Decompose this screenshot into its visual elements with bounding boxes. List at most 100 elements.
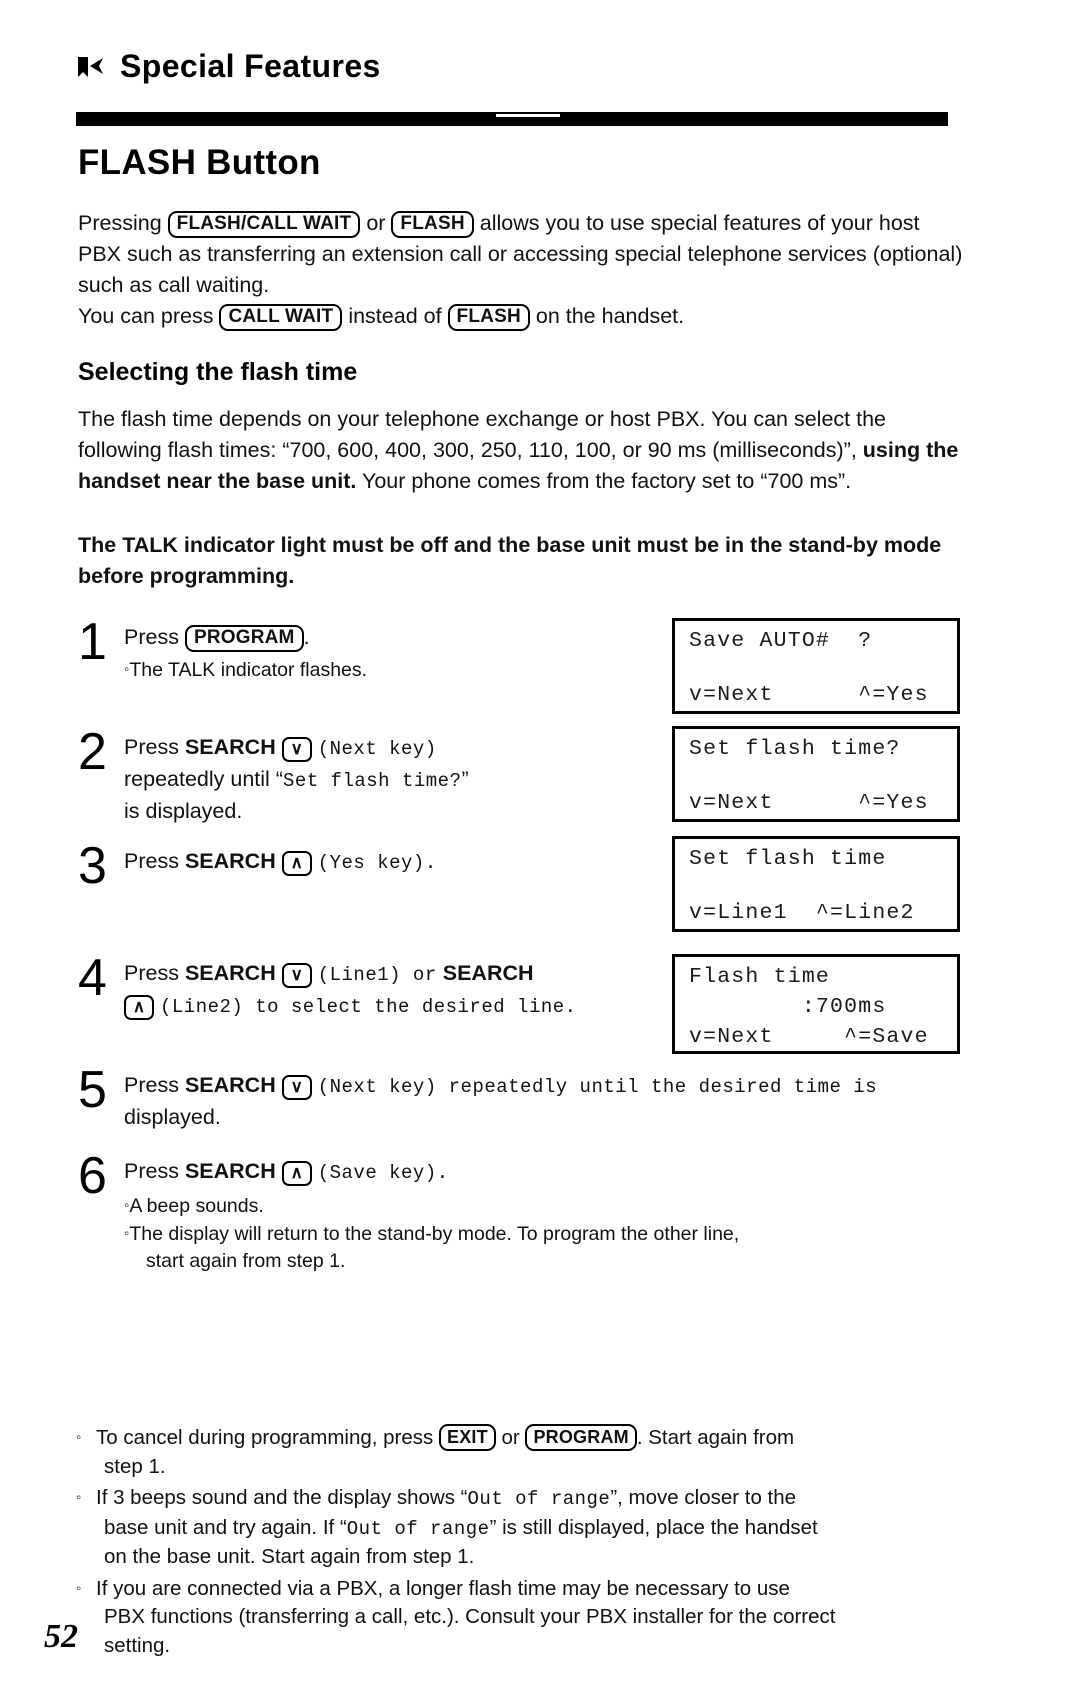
- note-1-mid: or: [501, 1426, 520, 1449]
- subsection-para-1: The flash time depends on your telephone…: [78, 407, 886, 462]
- step-6-bullet-2-text: The display will return to the stand-by …: [129, 1223, 740, 1245]
- step-5-paren: (Next key) repeatedly until the desired …: [317, 1076, 878, 1098]
- step-4-text: Press SEARCH ∨ (Line1) or SEARCH ∧ (Line…: [124, 958, 669, 1022]
- note-2-line2-post: ” is still displayed, place the handset: [489, 1515, 818, 1539]
- header-rule: [76, 112, 948, 126]
- step-6-pre: Press: [124, 1159, 179, 1183]
- step-2-search: SEARCH: [184, 735, 276, 759]
- intro-text-3: You can press: [78, 304, 214, 328]
- hollow-bullet-icon: ◦: [76, 1429, 82, 1446]
- step-1-bullet: ◦The TALK indicator flashes.: [124, 656, 664, 684]
- display-step2-line3: v=Next ^=Yes: [689, 791, 929, 815]
- note-2-mono-1: Out of range: [467, 1488, 611, 1510]
- note-2-line2: base unit and try again. If “Out of rang…: [96, 1514, 976, 1544]
- step-3-number: 3: [78, 837, 107, 895]
- subsection-title: Selecting the flash time: [78, 358, 358, 386]
- note-2-mid: ”, move closer to the: [610, 1486, 797, 1509]
- display-step1-line1: Save AUTO# ?: [689, 629, 873, 653]
- step-2-number: 2: [78, 723, 107, 781]
- rule-nick: [496, 114, 560, 117]
- note-2-pre: If 3 beeps sound and the display shows “: [96, 1486, 468, 1509]
- key-flash-2: FLASH: [447, 304, 530, 331]
- up-arrow-key-icon: ∧: [281, 1161, 312, 1186]
- note-2-line2-pre: base unit and try again. If “: [104, 1515, 347, 1539]
- step-4-pre: Press: [124, 961, 179, 985]
- bookmark-arrow-icon: [76, 54, 106, 80]
- step-3-paren: (Yes key).: [317, 852, 437, 874]
- step-1-text: Press PROGRAM. ◦The TALK indicator flash…: [124, 622, 664, 684]
- display-step2-line1: Set flash time?: [689, 737, 901, 761]
- step-2-line2: repeatedly until “Set flash time?”: [124, 764, 664, 796]
- step-4-paren-1: (Line1) or: [317, 964, 437, 986]
- step-4-line2: ∧ (Line2) to select the desired line.: [124, 990, 669, 1022]
- step-6-bullet-2-cont: start again from step 1.: [146, 1250, 346, 1272]
- step-5-text: Press SEARCH ∨ (Next key) repeatedly unt…: [124, 1070, 954, 1132]
- step-5-search: SEARCH: [184, 1073, 276, 1097]
- subsection-paragraph-1: The flash time depends on your telephone…: [78, 404, 968, 497]
- hollow-bullet-icon: ◦: [76, 1579, 82, 1597]
- intro-text-4: instead of: [348, 304, 442, 328]
- key-program: PROGRAM: [184, 625, 304, 652]
- display-step3-line1: Set flash time: [689, 847, 887, 871]
- step-6-paren: (Save key).: [317, 1162, 449, 1184]
- display-step3-line3: v=Line1 ^=Line2: [689, 901, 915, 925]
- hollow-bullet-icon: ◦: [76, 1489, 82, 1506]
- page-header: Special Features: [76, 48, 381, 85]
- step-2-text: Press SEARCH ∨ (Next key) repeatedly unt…: [124, 732, 664, 826]
- step-4-search-2: SEARCH: [442, 961, 534, 985]
- step-3-pre: Press: [124, 849, 179, 873]
- display-step4-line3: v=Next ^=Save: [689, 1025, 929, 1049]
- key-exit: EXIT: [438, 1424, 496, 1451]
- subsection-para-1-tail: Your phone comes from the factory set to…: [361, 469, 852, 493]
- step-6-bullet-1-text: A beep sounds.: [129, 1195, 264, 1217]
- step-6-number: 6: [78, 1147, 107, 1205]
- display-step4-line2: :700ms: [689, 995, 887, 1019]
- step-4-search-1: SEARCH: [184, 961, 276, 985]
- subsection-paragraph-2: The TALK indicator light must be off and…: [78, 530, 968, 592]
- step-2-line2-mono: Set flash time?: [282, 770, 462, 792]
- section-title: FLASH Button: [78, 143, 321, 182]
- step-5-pre: Press: [124, 1073, 179, 1097]
- subsection-para-2: The TALK indicator light must be off and…: [78, 533, 942, 588]
- note-1: ◦ To cancel during programming, press EX…: [76, 1424, 976, 1481]
- step-6-bullet-1: ◦A beep sounds.: [124, 1192, 954, 1220]
- note-1-post: . Start again from: [636, 1426, 795, 1449]
- step-2-line3: is displayed.: [124, 799, 243, 823]
- intro-text-5: on the handset.: [535, 304, 685, 328]
- page-number: 52: [44, 1618, 78, 1655]
- key-flash: FLASH: [391, 211, 474, 238]
- display-step1: Save AUTO# ? v=Next ^=Yes: [672, 618, 960, 714]
- intro-paragraph: Pressing FLASH/CALL WAIT or FLASH allows…: [78, 208, 968, 332]
- display-step4: Flash time :700ms v=Next ^=Save: [672, 954, 960, 1054]
- step-2-paren: (Next key): [317, 738, 437, 760]
- notes-list: ◦ To cancel during programming, press EX…: [76, 1424, 976, 1663]
- note-3-line1: If you are connected via a PBX, a longer…: [96, 1576, 790, 1600]
- step-5-line2: displayed.: [124, 1105, 221, 1129]
- step-2-pre: Press: [124, 735, 179, 759]
- display-step3: Set flash time v=Line1 ^=Line2: [672, 836, 960, 932]
- key-call-wait: CALL WAIT: [219, 304, 343, 331]
- step-1-pre: Press: [124, 625, 179, 649]
- note-1-pre: To cancel during programming, press: [96, 1426, 434, 1449]
- note-3: ◦ If you are connected via a PBX, a long…: [76, 1575, 976, 1661]
- note-2: ◦ If 3 beeps sound and the display shows…: [76, 1484, 976, 1572]
- note-3-line3: setting.: [104, 1633, 171, 1657]
- step-4-number: 4: [78, 949, 107, 1007]
- step-3-text: Press SEARCH ∧ (Yes key).: [124, 846, 664, 878]
- display-step2: Set flash time? v=Next ^=Yes: [672, 726, 960, 822]
- step-4-paren-2: (Line2) to select the desired line.: [159, 996, 577, 1018]
- step-1-post: .: [303, 625, 310, 649]
- step-2-line2-post: ”: [461, 767, 469, 791]
- step-3-search: SEARCH: [184, 849, 276, 873]
- key-program: PROGRAM: [525, 1424, 637, 1451]
- step-5-number: 5: [78, 1061, 107, 1119]
- down-arrow-key-icon: ∨: [281, 963, 312, 988]
- down-arrow-key-icon: ∨: [281, 737, 312, 762]
- step-1-number: 1: [78, 613, 107, 671]
- note-1-line2: step 1.: [104, 1454, 166, 1478]
- note-3-line2: PBX functions (transferring a call, etc.…: [104, 1605, 836, 1628]
- step-2-line2-pre: repeatedly until “: [124, 767, 283, 791]
- display-step1-line3: v=Next ^=Yes: [689, 683, 929, 707]
- step-6-bullet-2: ◦The display will return to the stand-by…: [124, 1220, 954, 1248]
- up-arrow-key-icon: ∧: [281, 851, 312, 876]
